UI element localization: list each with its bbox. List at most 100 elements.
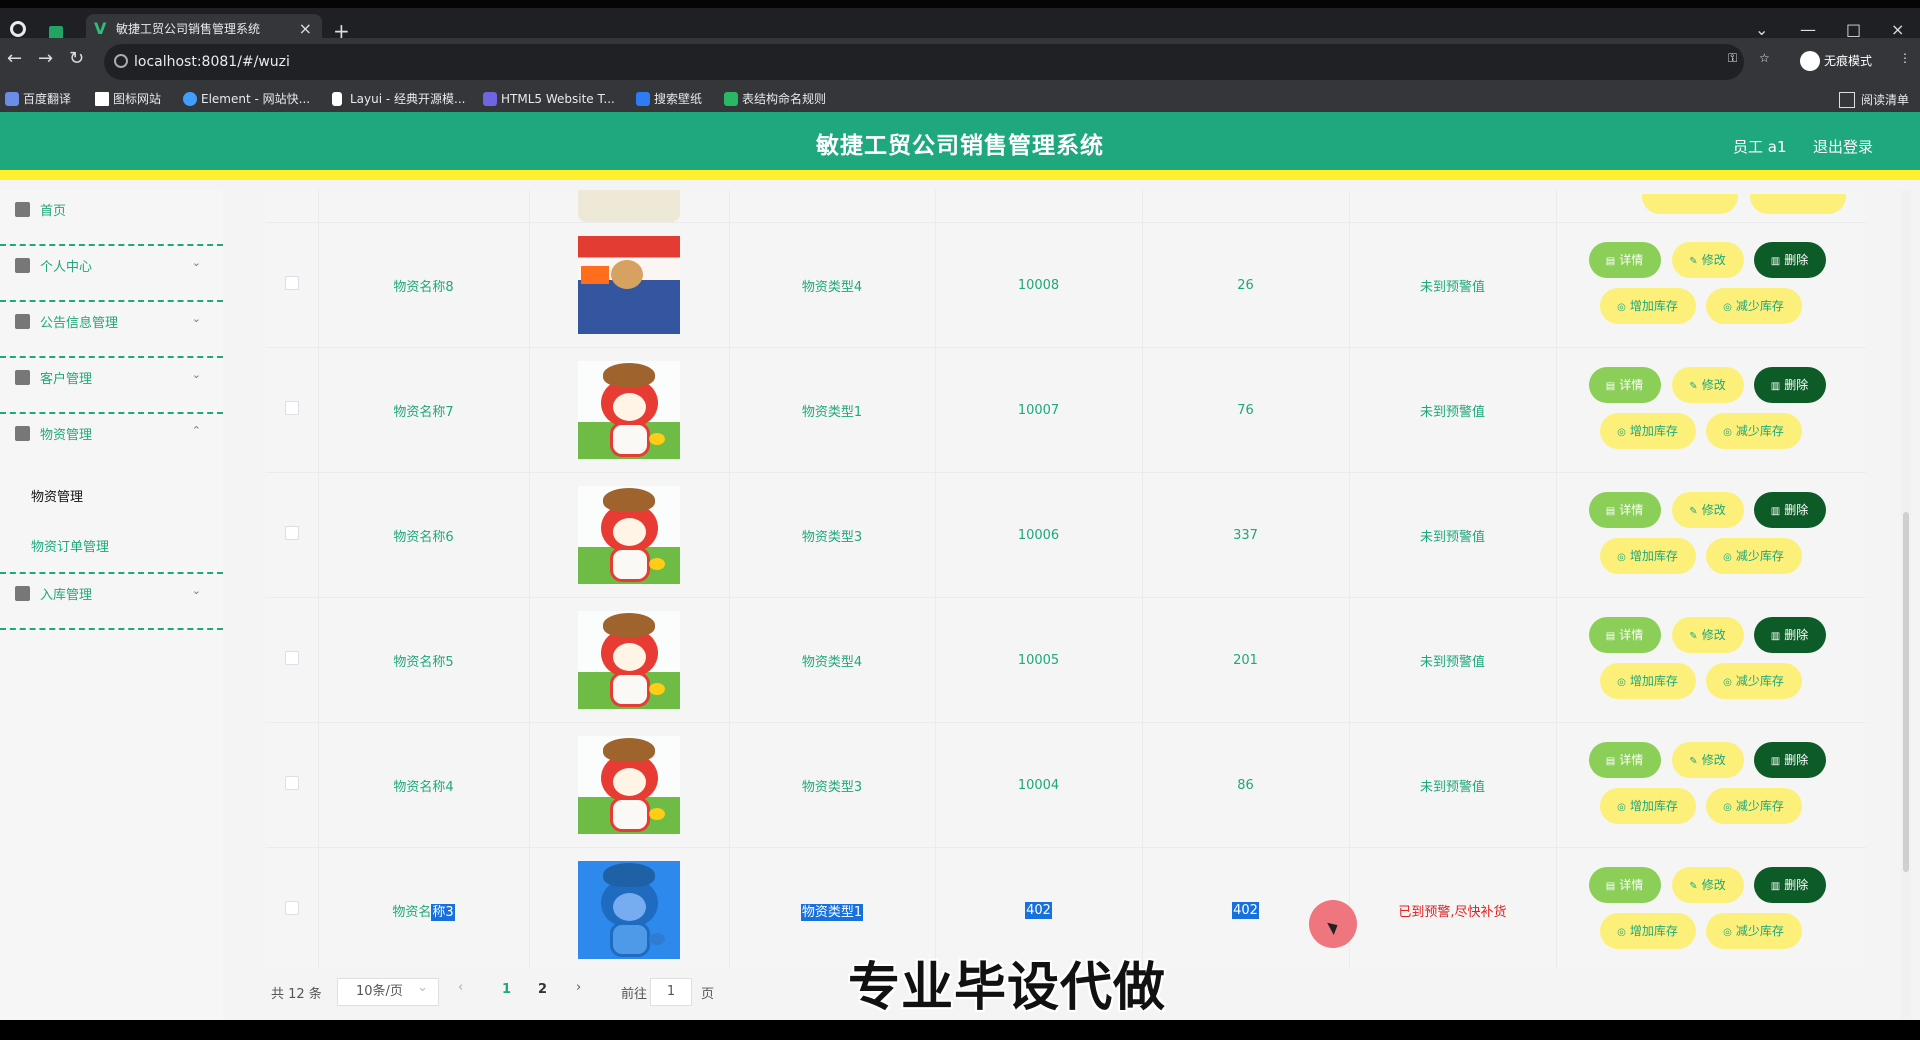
incognito-badge[interactable]: 无痕模式 [1796,46,1892,76]
table-row: 物资名称5 物资类型4 10005 201 未到预警值 ▤ 详情 ✎ 修改 ▥ 删除 … [266,597,1866,723]
checkbox-cell [266,847,319,968]
detail-button[interactable]: ▤ 详情 [1588,242,1661,278]
reduce-stock-button[interactable]: ◎ 减少库存 [1705,913,1802,949]
detail-button[interactable]: ▤ 详情 [1588,617,1661,653]
bookmark-icon-site[interactable]: 图标网站 [95,91,161,107]
edit-button[interactable]: ✎ 修改 [1671,367,1744,403]
reduce-stock-label: 减少库存 [1735,299,1784,313]
edit-button[interactable]: ✎ 修改 [1671,867,1744,903]
edit-button[interactable]: ✎ 修改 [1671,492,1744,528]
materials-table-scroll[interactable]: 物资名称8 物资类型4 10008 26 未到预警值 ▤ 详情 ✎ 修改 ▥ 删除 ◎… [266,190,1866,968]
back-icon[interactable]: ← [7,48,22,69]
previous-page-icon[interactable]: ‹ [458,980,463,995]
add-stock-button[interactable]: ◎ 增加库存 [1599,288,1696,324]
star-icon[interactable]: ☆ [1759,51,1770,65]
trash-icon: ▥ [1770,631,1781,642]
bookmark-html5[interactable]: HTML5 Website T... [483,91,615,107]
sidebar-item-notices[interactable]: 公告信息管理 ⌄ [0,302,223,358]
actions-cell: ▤ 详情 ✎ 修改 ▥ 删除 ◎ 增加库存 ◎ 减少库存 [1556,722,1866,848]
detail-icon: ▤ [1605,256,1616,267]
sales-management-app: 敏捷工贸公司销售管理系统 员工 a1 退出登录 首页 个人中心 ⌄ 公告信息管理… [0,112,1920,1020]
bookmark-layui[interactable]: Layui - 经典开源模... [332,91,465,107]
screen-bottom-bar [0,1020,1920,1040]
site-info-icon[interactable] [114,54,128,68]
add-stock-button[interactable]: ◎ 增加库存 [1599,538,1696,574]
detail-button[interactable]: ▤ 详情 [1588,367,1661,403]
selected-text: 402 [1025,901,1052,919]
detail-icon: ▤ [1605,881,1616,892]
edit-button[interactable]: ✎ 修改 [1671,617,1744,653]
warning-status: 未到预警值 [1349,597,1557,723]
address-input[interactable]: localhost:8081/#/wuzi [104,44,1744,80]
edit-label: 修改 [1701,503,1726,517]
grid-icon [15,426,30,441]
page-1-button[interactable]: 1 [502,982,511,997]
chevron-down-icon: ⌄ [191,256,201,269]
sidebar-item-stock-in[interactable]: 入库管理 ⌄ [0,574,223,630]
sidebar-item-home[interactable]: 首页 [0,190,223,246]
sidebar-item-customers[interactable]: 客户管理 ⌄ [0,358,223,414]
reading-list[interactable]: 阅读清单 [1839,91,1909,108]
table-cell [318,190,530,223]
page-2-button[interactable]: 2 [538,982,547,997]
row-checkbox[interactable] [284,401,299,415]
bookmark-wallpaper[interactable]: 搜索壁纸 [636,91,702,107]
reload-icon[interactable]: ↻ [69,48,84,69]
forward-icon[interactable]: → [38,48,53,69]
next-page-icon[interactable]: › [576,980,581,995]
edit-icon: ✎ [1689,381,1698,392]
home-icon [15,202,30,217]
add-stock-button[interactable]: ◎ 增加库存 [1599,663,1696,699]
edit-button[interactable]: ✎ 修改 [1671,242,1744,278]
logout-link[interactable]: 退出登录 [1813,136,1873,157]
row-actions: ▤ 详情 ✎ 修改 ▥ 删除 ◎ 增加库存 ◎ 减少库存 [1557,473,1826,597]
detail-button[interactable]: ▤ 详情 [1588,867,1661,903]
window-close-icon[interactable]: × [1891,20,1904,39]
delete-button[interactable]: ▥ 删除 [1753,742,1826,778]
table-cell [266,190,319,223]
delete-button[interactable]: ▥ 删除 [1753,867,1826,903]
browser-profile-icon[interactable] [10,21,26,37]
sidebar-subitem-materials[interactable]: 物资管理 [0,470,223,520]
user-icon [15,258,30,273]
sidebar-item-profile[interactable]: 个人中心 ⌄ [0,246,223,302]
bookmark-baidu-translate[interactable]: 百度翻译 [5,91,71,107]
reduce-stock-button[interactable]: ◎ 减少库存 [1705,663,1802,699]
add-stock-button[interactable]: ◎ 增加库存 [1599,413,1696,449]
detail-button[interactable]: ▤ 详情 [1588,742,1661,778]
goto-page-input[interactable]: 1 [650,978,692,1006]
reduce-stock-button[interactable]: ◎ 减少库存 [1705,538,1802,574]
row-checkbox[interactable] [284,276,299,290]
row-checkbox[interactable] [284,651,299,665]
bookmark-table-rules[interactable]: 表结构命名规则 [724,91,826,107]
sidebar-item-materials[interactable]: 物资管理 ⌃ [0,414,223,470]
edit-button[interactable]: ✎ 修改 [1671,742,1744,778]
restore-icon[interactable]: □ [1846,20,1861,39]
product-image [578,611,680,709]
delete-button[interactable]: ▥ 删除 [1753,492,1826,528]
bookmark-element[interactable]: Element - 网站快... [183,91,310,107]
row-checkbox[interactable] [284,526,299,540]
reduce-stock-button[interactable]: ◎ 减少库存 [1705,413,1802,449]
sidebar-subitem-material-orders[interactable]: 物资订单管理 [0,520,223,574]
delete-button[interactable]: ▥ 删除 [1753,617,1826,653]
detail-button[interactable]: ▤ 详情 [1588,492,1661,528]
key-icon[interactable]: ⚿ [1728,51,1737,66]
minimize-icon[interactable]: — [1800,20,1816,39]
add-stock-button[interactable]: ◎ 增加库存 [1599,788,1696,824]
page-size-select[interactable]: 10条/页 [337,975,439,1006]
menu-icon[interactable]: ⋮ [1899,51,1911,65]
delete-button[interactable]: ▥ 删除 [1753,367,1826,403]
row-checkbox[interactable] [284,776,299,790]
material-stock: 201 [1142,597,1350,723]
delete-button[interactable]: ▥ 删除 [1753,242,1826,278]
row-actions: ▤ 详情 ✎ 修改 ▥ 删除 ◎ 增加库存 ◎ 减少库存 [1557,348,1826,472]
add-stock-button[interactable]: ◎ 增加库存 [1599,913,1696,949]
page-scrollbar-thumb[interactable] [1903,512,1909,872]
tab-search-icon[interactable]: ⌄ [1755,20,1768,39]
reduce-stock-button[interactable]: ◎ 减少库存 [1705,288,1802,324]
reduce-stock-button[interactable]: ◎ 减少库存 [1705,788,1802,824]
checkbox-cell [266,222,319,348]
row-checkbox[interactable] [284,901,299,915]
selected-text: 402 [1232,901,1259,919]
